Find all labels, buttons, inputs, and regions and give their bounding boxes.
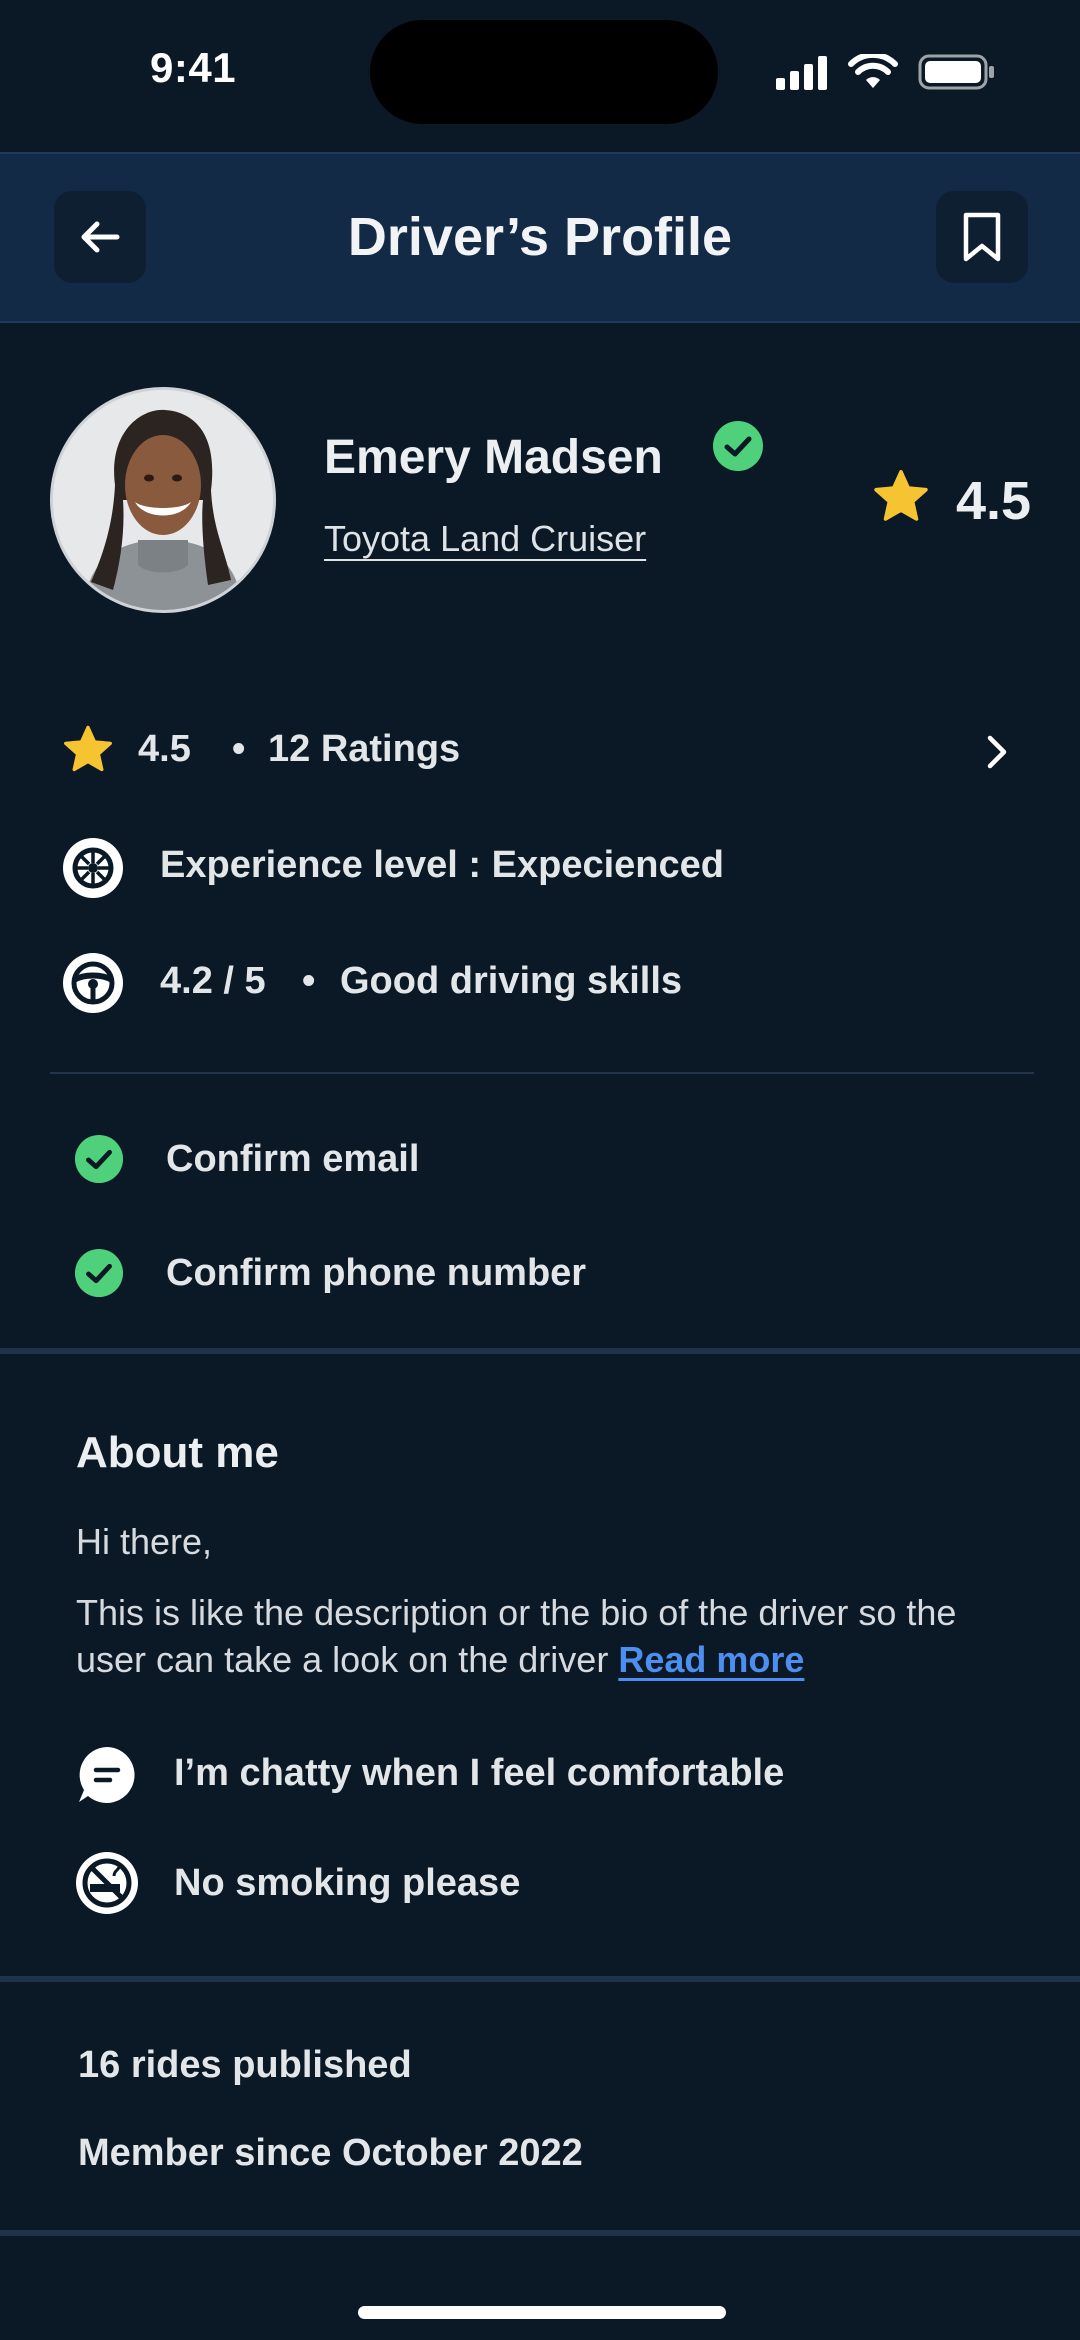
read-more-link[interactable]: Read more bbox=[618, 1639, 804, 1680]
driver-car-link[interactable]: Toyota Land Cruiser bbox=[324, 518, 646, 560]
pref-chatty: I’m chatty when I feel comfortable bbox=[174, 1752, 785, 1794]
member-since: Member since October 2022 bbox=[78, 2132, 583, 2174]
bullet-separator: • bbox=[302, 960, 316, 1002]
no-smoking-icon bbox=[76, 1852, 138, 1914]
section-separator bbox=[0, 1976, 1080, 1982]
signal-icon bbox=[776, 56, 827, 90]
about-greeting: Hi there, bbox=[76, 1521, 213, 1562]
bookmark-button[interactable] bbox=[936, 191, 1028, 283]
driver-photo bbox=[53, 390, 273, 610]
pref-no-smoking: No smoking please bbox=[174, 1862, 521, 1904]
driver-avatar bbox=[50, 387, 276, 613]
verification-phone: Confirm phone number bbox=[166, 1252, 587, 1294]
section-separator bbox=[0, 2230, 1080, 2236]
page-title: Driver’s Profile bbox=[347, 207, 733, 267]
verification-email: Confirm email bbox=[166, 1138, 420, 1180]
dynamic-island bbox=[370, 20, 718, 124]
about-bio-text: This is like the description or the bio … bbox=[76, 1592, 957, 1680]
star-icon bbox=[64, 725, 112, 772]
rides-published: 16 rides published bbox=[78, 2044, 412, 2086]
bullet-separator: • bbox=[232, 728, 246, 770]
divider bbox=[50, 1072, 1034, 1074]
driver-rating: 4.5 bbox=[956, 471, 1032, 531]
section-separator bbox=[0, 1348, 1080, 1354]
experience-level: Experience level : Expecienced bbox=[160, 844, 724, 886]
home-indicator[interactable] bbox=[358, 2306, 726, 2319]
wifi-icon bbox=[848, 54, 898, 88]
verified-check-icon bbox=[713, 421, 763, 471]
wheel-icon bbox=[63, 838, 123, 898]
check-circle-icon bbox=[74, 1248, 124, 1298]
ratings-value: 4.5 bbox=[138, 728, 191, 770]
driving-score: 4.2 / 5 bbox=[160, 960, 266, 1002]
driving-skill-label: Good driving skills bbox=[340, 960, 683, 1002]
ratings-count: 12 Ratings bbox=[268, 728, 461, 770]
chat-icon bbox=[79, 1747, 135, 1803]
driver-name: Emery Madsen bbox=[324, 431, 663, 484]
bookmark-icon bbox=[963, 212, 1001, 262]
about-title: About me bbox=[76, 1428, 279, 1477]
check-circle-icon bbox=[74, 1134, 124, 1184]
chevron-right-icon bbox=[987, 735, 1007, 769]
star-icon bbox=[874, 470, 928, 521]
steering-wheel-icon bbox=[63, 953, 123, 1013]
about-bio: This is like the description or the bio … bbox=[76, 1589, 1016, 1683]
status-time: 9:41 bbox=[150, 44, 237, 91]
ratings-row[interactable]: 4.5 • 12 Ratings bbox=[50, 710, 1030, 790]
battery-icon bbox=[918, 54, 994, 90]
